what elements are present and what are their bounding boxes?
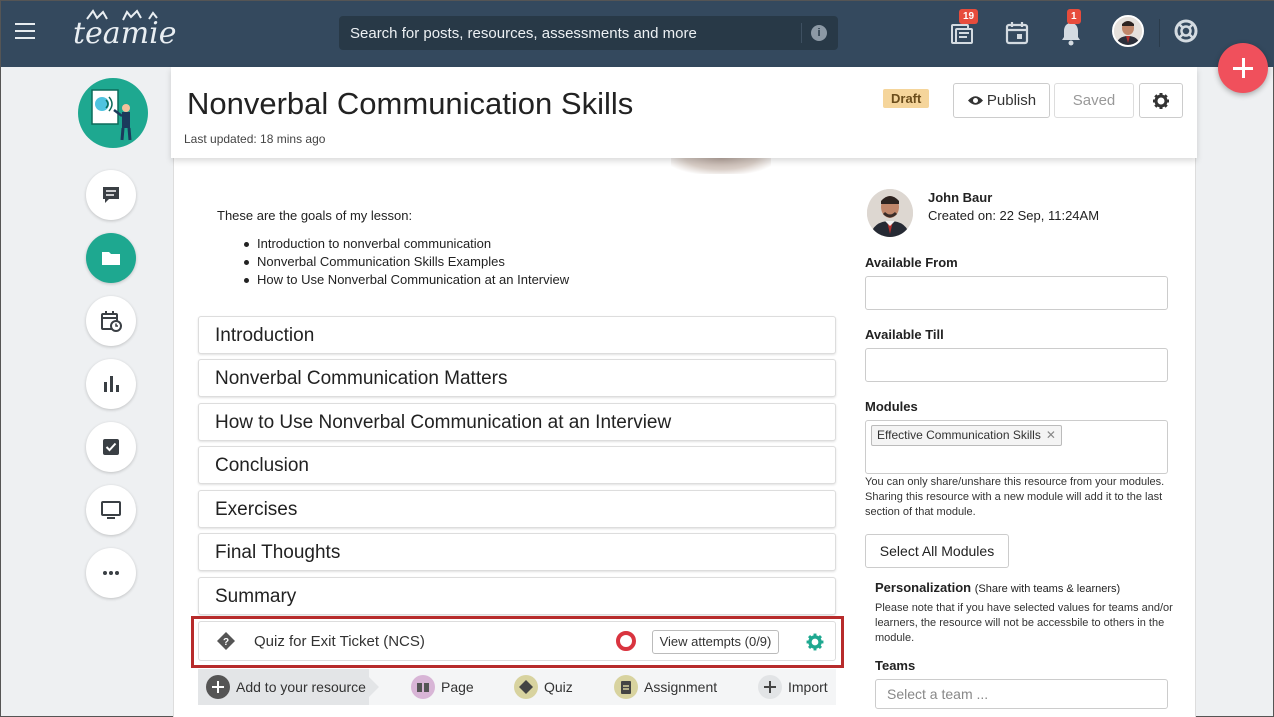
- teams-select[interactable]: [875, 679, 1168, 709]
- resource-header: Nonverbal Communication Skills Last upda…: [171, 67, 1197, 158]
- goal-item: Introduction to nonverbal communication: [243, 236, 569, 254]
- section-title: Summary: [215, 586, 297, 607]
- import-label: Import: [788, 679, 828, 695]
- available-from-label: Available From: [865, 255, 958, 270]
- top-navbar: teamie Search for posts, resources, asse…: [1, 1, 1274, 67]
- bar-chart-icon: [104, 376, 119, 392]
- rail-tasks-button[interactable]: [86, 422, 136, 472]
- teamie-logo[interactable]: teamie: [73, 15, 177, 53]
- notifications-count-badge: 1: [1067, 9, 1081, 24]
- module-chip: Effective Communication Skills ✕: [871, 425, 1062, 446]
- goals-list: Introduction to nonverbal communication …: [243, 236, 569, 290]
- assignment-label: Assignment: [644, 679, 718, 695]
- section-title: Final Thoughts: [215, 542, 341, 563]
- chat-icon: [103, 187, 119, 203]
- presenter-illustration: [91, 89, 132, 141]
- calendar-icon[interactable]: [1003, 19, 1031, 47]
- section-title: How to Use Nonverbal Communication at an…: [215, 412, 672, 433]
- last-updated-text: Last updated: 18 mins ago: [184, 132, 326, 146]
- page-title: Nonverbal Communication Skills: [187, 86, 634, 121]
- search-bar[interactable]: Search for posts, resources, assessments…: [339, 16, 838, 50]
- publish-label: Publish: [986, 92, 1037, 109]
- rail-more-button[interactable]: [86, 548, 136, 598]
- rail-classroom-button[interactable]: [86, 485, 136, 535]
- folder-icon: [102, 252, 120, 265]
- created-on-text: Created on: 22 Sep, 11:24AM: [928, 208, 1100, 223]
- remove-chip-icon[interactable]: ✕: [1046, 428, 1056, 442]
- available-till-field[interactable]: [865, 348, 1168, 382]
- hamburger-icon[interactable]: [15, 23, 35, 39]
- section-title: Introduction: [215, 325, 315, 346]
- section-summary[interactable]: Summary: [198, 577, 836, 615]
- section-interview[interactable]: How to Use Nonverbal Communication at an…: [198, 403, 836, 441]
- calendar-clock-icon: [101, 311, 122, 332]
- teams-label: Teams: [875, 658, 916, 673]
- section-exercises[interactable]: Exercises: [198, 490, 836, 528]
- gear-icon: [1153, 93, 1169, 109]
- plus-icon: [758, 675, 782, 700]
- info-icon[interactable]: i: [811, 25, 827, 41]
- publish-button[interactable]: Publish: [953, 83, 1050, 118]
- resources-count-badge: 19: [959, 9, 979, 24]
- quiz-highlight-outline: [191, 616, 844, 668]
- select-all-modules-button[interactable]: Select All Modules: [865, 534, 1009, 568]
- section-conclusion[interactable]: Conclusion: [198, 446, 836, 484]
- more-icon: [103, 571, 119, 575]
- monitor-icon: [101, 501, 121, 519]
- quiz-add-icon: [514, 675, 538, 700]
- modules-help-text: You can only share/unshare this resource…: [865, 476, 1165, 518]
- quiz-label: Quiz: [544, 679, 573, 695]
- rail-chat-button[interactable]: [86, 170, 136, 220]
- user-photo: [1114, 17, 1142, 45]
- goal-item: How to Use Nonverbal Communication at an…: [243, 272, 569, 290]
- status-badge: Draft: [883, 89, 930, 108]
- personalization-heading: Personalization (Share with teams & lear…: [875, 580, 1120, 595]
- cover-image: [671, 158, 771, 174]
- user-avatar[interactable]: [1112, 15, 1144, 47]
- add-assignment-button[interactable]: Assignment: [614, 674, 717, 700]
- rail-planner-button[interactable]: [86, 296, 136, 346]
- saved-button[interactable]: Saved: [1054, 83, 1134, 118]
- plus-circle-icon: [206, 675, 230, 700]
- navbar-separator: [1159, 19, 1160, 47]
- goal-item: Nonverbal Communication Skills Examples: [243, 254, 569, 272]
- assignment-icon: [614, 675, 638, 700]
- section-title: Conclusion: [215, 455, 309, 476]
- author-photo: [867, 189, 913, 237]
- add-quiz-button[interactable]: Quiz: [514, 674, 573, 700]
- rail-resources-button[interactable]: [86, 233, 136, 283]
- add-to-resource-bar: Add to your resource Page Quiz Assignmen…: [198, 669, 836, 705]
- add-to-resource-button[interactable]: Add to your resource: [206, 674, 366, 700]
- personalization-label: Personalization: [875, 580, 972, 595]
- module-chip-label: Effective Communication Skills: [877, 428, 1041, 442]
- available-from-field[interactable]: [865, 276, 1168, 310]
- section-title: Nonverbal Communication Matters: [215, 368, 508, 389]
- add-label: Add to your resource: [236, 679, 366, 695]
- search-divider: [801, 23, 802, 43]
- page-label: Page: [441, 679, 474, 695]
- modules-field[interactable]: Effective Communication Skills ✕: [865, 420, 1168, 474]
- search-input[interactable]: Search for posts, resources, assessments…: [350, 25, 697, 42]
- available-till-label: Available Till: [865, 327, 944, 342]
- settings-button[interactable]: [1139, 83, 1183, 118]
- checkbox-icon: [103, 439, 119, 455]
- personalization-help-text: Please note that if you have selected va…: [875, 602, 1173, 644]
- page-icon: [411, 675, 435, 700]
- lifebuoy-icon[interactable]: [1173, 18, 1199, 44]
- course-thumbnail[interactable]: [78, 78, 148, 148]
- modules-label: Modules: [865, 399, 918, 414]
- section-final-thoughts[interactable]: Final Thoughts: [198, 533, 836, 571]
- section-title: Exercises: [215, 499, 298, 520]
- section-nonverbal-matters[interactable]: Nonverbal Communication Matters: [198, 359, 836, 397]
- avatar[interactable]: [867, 189, 913, 237]
- section-introduction[interactable]: Introduction: [198, 316, 836, 354]
- import-button[interactable]: Import: [758, 674, 828, 700]
- lesson-intro: These are the goals of my lesson:: [217, 208, 413, 223]
- personalization-sublabel: (Share with teams & learners): [974, 583, 1121, 595]
- rail-analytics-button[interactable]: [86, 359, 136, 409]
- plus-icon[interactable]: [1218, 43, 1268, 93]
- author-name[interactable]: John Baur: [928, 190, 992, 205]
- eye-icon: [967, 95, 983, 105]
- add-page-button[interactable]: Page: [411, 674, 474, 700]
